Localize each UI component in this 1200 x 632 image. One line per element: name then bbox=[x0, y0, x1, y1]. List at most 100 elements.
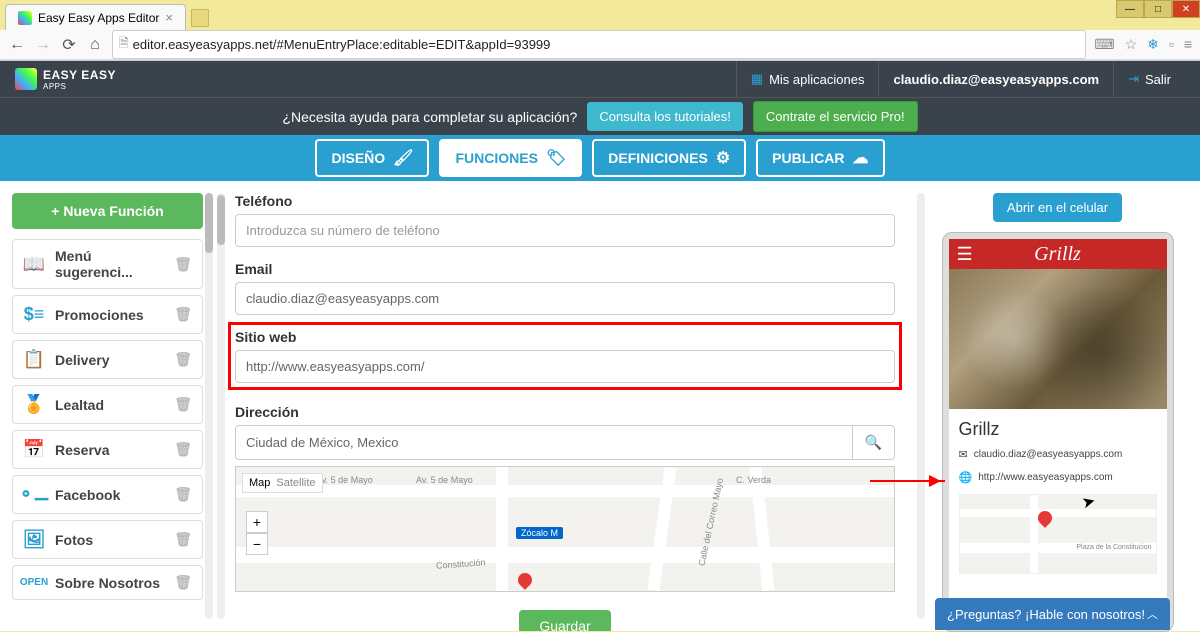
sidebar-item-facebook[interactable]: ⚬⚊Facebook🗑 bbox=[12, 475, 203, 514]
phone-frame: ☰ Grillz Grillz ✉ claudio.diaz@easyeasya… bbox=[942, 232, 1174, 632]
new-window-icon[interactable]: ▫ bbox=[1169, 36, 1174, 53]
sidebar-scrollbar[interactable] bbox=[205, 193, 213, 619]
sidebar-item-menu[interactable]: 📖Menú sugerenci...🗑 bbox=[12, 239, 203, 289]
sidebar-item-delivery[interactable]: 📋Delivery🗑 bbox=[12, 340, 203, 379]
direccion-label: Dirección bbox=[235, 404, 895, 420]
user-email[interactable]: claudio.diaz@easyeasyapps.com bbox=[878, 61, 1113, 97]
image-icon: 🖼 bbox=[23, 529, 45, 550]
trash-icon[interactable]: 🗑 bbox=[174, 256, 192, 273]
app-header: EASY EASYAPPS ▦ Mis aplicaciones claudio… bbox=[0, 61, 1200, 97]
close-button[interactable]: ✕ bbox=[1172, 0, 1200, 18]
user-email-text: claudio.diaz@easyeasyapps.com bbox=[893, 72, 1099, 87]
phone-map[interactable]: Plaza de la Constitucion bbox=[959, 494, 1157, 574]
address-bar: ← → ⟳ ⌂ 🗎 editor.easyeasyapps.net/#MenuE… bbox=[0, 30, 1200, 60]
phone-page-title: Grillz bbox=[959, 419, 1157, 440]
plus-icon: + bbox=[51, 203, 63, 219]
trash-icon[interactable]: 🗑 bbox=[174, 531, 192, 548]
phone-website-row[interactable]: 🌐 http://www.easyeasyapps.com bbox=[959, 471, 1157, 484]
sitio-web-highlight: Sitio web bbox=[228, 322, 902, 390]
sidebar-item-lealtad[interactable]: 🏅Lealtad🗑 bbox=[12, 385, 203, 424]
grid-icon: ▦ bbox=[751, 71, 763, 87]
open-in-phone-button[interactable]: Abrir en el celular bbox=[993, 193, 1122, 222]
telefono-input[interactable] bbox=[235, 214, 895, 247]
hamburger-icon[interactable]: ☰ bbox=[957, 244, 973, 265]
sitio-input[interactable] bbox=[235, 350, 895, 383]
form-scrollbar[interactable] bbox=[217, 193, 225, 619]
chat-widget[interactable]: ¿Preguntas? ¡Hable con nosotros! ︿ bbox=[935, 598, 1170, 630]
map-type-toggle[interactable]: MapSatellite bbox=[242, 473, 323, 493]
url-input[interactable]: 🗎 editor.easyeasyapps.net/#MenuEntryPlac… bbox=[112, 30, 1086, 59]
cloud-upload-icon: ☁ bbox=[853, 148, 869, 168]
logout-label: Salir bbox=[1145, 72, 1171, 87]
reload-button[interactable]: ⟳ bbox=[60, 35, 78, 55]
calendar-icon: 📅 bbox=[23, 439, 45, 460]
trash-icon[interactable]: 🗑 bbox=[174, 351, 192, 368]
logout-link[interactable]: ⇥ Salir bbox=[1113, 61, 1185, 97]
phone-app-title: Grillz bbox=[1034, 243, 1081, 266]
sidebar-item-fotos[interactable]: 🖼Fotos🗑 bbox=[12, 520, 203, 559]
brand-sub: APPS bbox=[43, 82, 116, 91]
help-question: ¿Necesita ayuda para completar su aplica… bbox=[282, 109, 577, 125]
open-icon: OPEN bbox=[23, 577, 45, 588]
email-input[interactable] bbox=[235, 282, 895, 315]
trash-icon[interactable]: 🗑 bbox=[174, 441, 192, 458]
logo[interactable]: EASY EASYAPPS bbox=[15, 68, 116, 91]
sidebar-item-reserva[interactable]: 📅Reserva🗑 bbox=[12, 430, 203, 469]
trash-icon[interactable]: 🗑 bbox=[174, 306, 192, 323]
browser-tab-strip: Easy Easy Apps Editor × bbox=[0, 0, 1200, 30]
pro-service-button[interactable]: Contrate el servicio Pro! bbox=[753, 101, 918, 132]
sidebar-item-promociones[interactable]: $≡Promociones🗑 bbox=[12, 295, 203, 334]
home-button[interactable]: ⌂ bbox=[86, 36, 104, 54]
help-bar: ¿Necesita ayuda para completar su aplica… bbox=[0, 97, 1200, 135]
tutorials-button[interactable]: Consulta los tutoriales! bbox=[587, 102, 743, 131]
form-panel: Teléfono Email Sitio web Dirección 🔍 bbox=[215, 181, 915, 631]
maximize-button[interactable]: □ bbox=[1144, 0, 1172, 18]
forward-button[interactable]: → bbox=[34, 36, 52, 54]
bookmark-icon[interactable]: ☆ bbox=[1125, 36, 1138, 53]
menu-icon[interactable]: ≡ bbox=[1184, 36, 1192, 53]
sidebar-item-about[interactable]: OPENSobre Nosotros🗑 bbox=[12, 565, 203, 600]
badge-icon: 🏅 bbox=[23, 394, 45, 415]
extension-icon[interactable]: ❄ bbox=[1147, 36, 1159, 53]
new-function-button[interactable]: + Nueva Función bbox=[12, 193, 203, 229]
preview-scrollbar[interactable] bbox=[917, 193, 925, 619]
share-icon: ⚬⚊ bbox=[23, 484, 45, 505]
envelope-icon: ✉ bbox=[959, 448, 968, 461]
trash-icon[interactable]: 🗑 bbox=[174, 396, 192, 413]
tag-icon: 🏷 bbox=[546, 148, 566, 168]
new-tab-button[interactable] bbox=[191, 9, 209, 27]
my-apps-label: Mis aplicaciones bbox=[769, 72, 864, 87]
my-apps-link[interactable]: ▦ Mis aplicaciones bbox=[736, 61, 879, 97]
logo-icon bbox=[15, 68, 37, 90]
direccion-input[interactable] bbox=[235, 425, 853, 460]
globe-icon: 🌐 bbox=[959, 471, 973, 484]
page-icon: 🗎 bbox=[119, 34, 129, 55]
minimize-button[interactable]: — bbox=[1116, 0, 1144, 18]
url-text: editor.easyeasyapps.net/#MenuEntryPlace:… bbox=[133, 37, 551, 52]
phone-email-row[interactable]: ✉ claudio.diaz@easyeasyapps.com bbox=[959, 448, 1157, 461]
search-address-button[interactable]: 🔍 bbox=[853, 425, 895, 460]
zoom-in-button[interactable]: + bbox=[246, 511, 268, 533]
tab-diseno[interactable]: DISEÑO 🖌 bbox=[315, 139, 429, 177]
tab-publicar[interactable]: PUBLICAR ☁ bbox=[756, 139, 884, 177]
save-button[interactable]: Guardar bbox=[519, 610, 610, 631]
tab-funciones[interactable]: FUNCIONES 🏷 bbox=[439, 139, 582, 177]
favicon-icon bbox=[18, 11, 32, 25]
browser-tab[interactable]: Easy Easy Apps Editor × bbox=[5, 4, 186, 30]
keyboard-icon[interactable]: ⌨ bbox=[1094, 36, 1114, 53]
phone-hero-image bbox=[949, 269, 1167, 409]
annotation-arrow bbox=[870, 480, 945, 482]
tab-close-icon[interactable]: × bbox=[165, 10, 173, 25]
trash-icon[interactable]: 🗑 bbox=[174, 486, 192, 503]
chevron-up-icon: ︿ bbox=[1147, 606, 1158, 622]
map-widget[interactable]: Av. 5 de Mayo Av. 5 de Mayo Constitución… bbox=[235, 466, 895, 592]
search-icon: 🔍 bbox=[865, 434, 882, 450]
dollar-icon: $≡ bbox=[23, 304, 45, 325]
back-button[interactable]: ← bbox=[8, 36, 26, 54]
tab-definiciones[interactable]: DEFINICIONES ⚙ bbox=[592, 139, 746, 177]
brand-name: EASY EASY bbox=[43, 68, 116, 82]
chat-label: ¿Preguntas? ¡Hable con nosotros! bbox=[947, 607, 1145, 622]
zoom-out-button[interactable]: − bbox=[246, 533, 268, 555]
telefono-label: Teléfono bbox=[235, 193, 895, 209]
trash-icon[interactable]: 🗑 bbox=[174, 574, 192, 591]
